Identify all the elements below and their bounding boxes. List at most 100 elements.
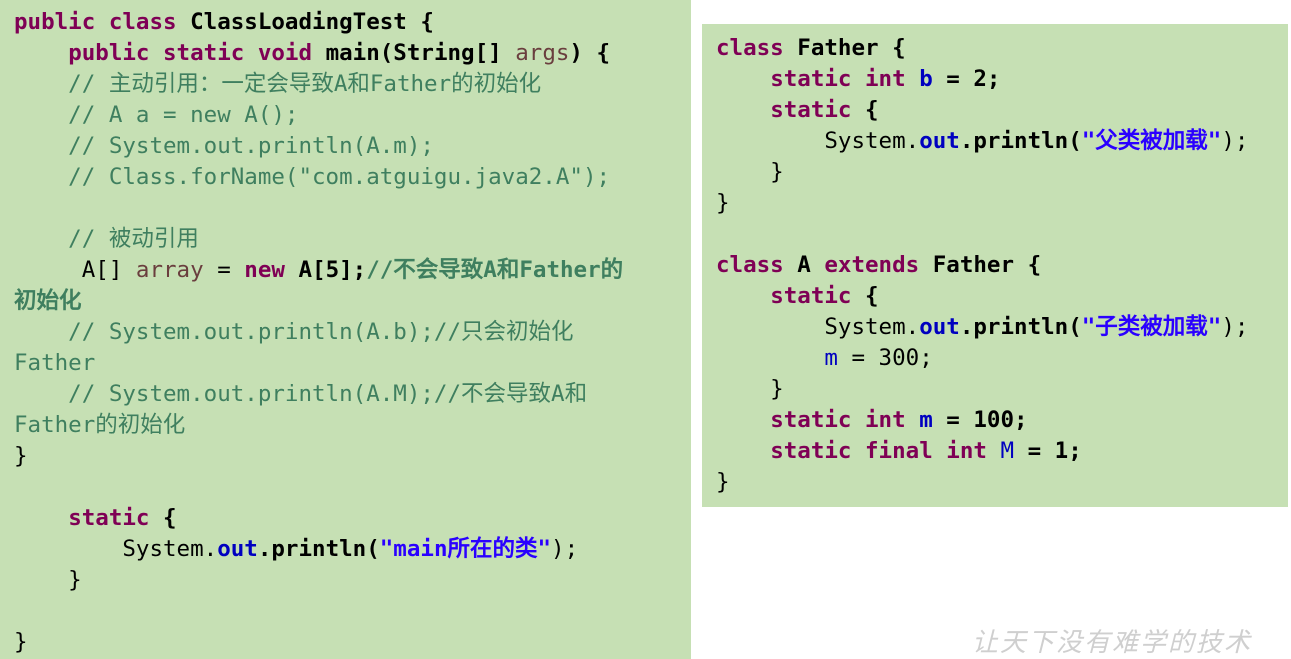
code-token: M (1000, 438, 1015, 464)
code-line: // Class.forName("com.atguigu.java2.A"); (14, 162, 691, 193)
code-line: m = 300; (716, 343, 1288, 374)
code-line: } (716, 467, 1288, 498)
code-token: ) { (569, 40, 611, 66)
code-token: static (68, 505, 150, 531)
code-token: static int (770, 407, 920, 433)
code-token: array (135, 257, 204, 283)
code-line: A[] array = new A[5];//不会导致A和Father的 (14, 255, 691, 286)
code-line: Father (14, 348, 691, 379)
code-token: System. (716, 128, 920, 154)
code-line: 初始化 (14, 286, 691, 317)
code-token: static (770, 97, 852, 123)
code-token: Father (14, 350, 96, 376)
code-token: //不会导致A和Father的 (366, 257, 624, 283)
code-token: ClassLoadingTest { (190, 9, 434, 35)
code-line: static int m = 100; (716, 405, 1288, 436)
code-token: class (716, 35, 798, 61)
code-token: } (716, 190, 730, 216)
code-line: static final int M = 1; (716, 436, 1288, 467)
code-line: System.out.println("main所在的类"); (14, 534, 691, 565)
code-token: public class (14, 9, 191, 35)
code-token: { (851, 283, 879, 309)
code-line: } (14, 565, 691, 596)
code-line: public static void main(String[] args) { (14, 38, 691, 69)
code-token: { (149, 505, 177, 531)
code-token: .println( (959, 128, 1082, 154)
code-token: static (770, 283, 852, 309)
code-line: // System.out.println(A.m); (14, 131, 691, 162)
code-line: // A a = new A(); (14, 100, 691, 131)
code-token: public static void (68, 40, 326, 66)
code-token: = 1; (1014, 438, 1082, 464)
code-token: = 2; (932, 66, 1001, 92)
code-line: // System.out.println(A.M);//不会导致A和 (14, 379, 691, 410)
code-line: // System.out.println(A.b);//只会初始化 (14, 317, 691, 348)
code-line: class A extends Father { (716, 250, 1288, 281)
code-line: // 被动引用 (14, 224, 691, 255)
code-token: A (797, 252, 825, 278)
code-line: } (14, 441, 691, 472)
code-token: } (716, 159, 784, 185)
code-token: Father的初始化 (14, 412, 186, 438)
code-token: static final int (770, 438, 1001, 464)
code-token: out (217, 536, 258, 562)
code-token: { (851, 97, 879, 123)
code-token: "main所在的类" (379, 536, 552, 562)
code-token: 初始化 (14, 288, 82, 314)
code-token: extends (824, 252, 933, 278)
code-line: } (716, 157, 1288, 188)
code-token: System. (14, 536, 218, 562)
watermark-text: 让天下没有难学的技术 (972, 628, 1253, 658)
code-line: System.out.println("子类被加载"); (716, 312, 1288, 343)
code-token: // System.out.println(A.m); (14, 133, 434, 159)
code-token: = (203, 257, 245, 283)
code-panel-class-loading-test: public class ClassLoadingTest { public s… (0, 0, 691, 659)
code-token: ); (551, 536, 579, 562)
code-token: main(String[] (325, 40, 516, 66)
code-token: static int (770, 66, 920, 92)
code-token: } (716, 376, 784, 402)
code-token: Father { (797, 35, 906, 61)
code-line: } (14, 627, 691, 658)
code-token: // 主动引用：一定会导致A和Father的初始化 (14, 71, 542, 97)
code-token: System. (716, 314, 920, 340)
code-line: static { (14, 503, 691, 534)
code-token: } (14, 443, 28, 469)
code-panel-father-and-a: class Father { static int b = 2; static … (702, 24, 1288, 507)
code-token: out (919, 314, 960, 340)
code-token: class (716, 252, 798, 278)
code-token: = 100; (932, 407, 1028, 433)
code-token: b (919, 66, 933, 92)
code-line: static { (716, 95, 1288, 126)
code-token: // System.out.println(A.M);//不会导致A和 (14, 381, 588, 407)
code-token: out (919, 128, 960, 154)
code-token: ); (1221, 314, 1249, 340)
code-line: // 主动引用：一定会导致A和Father的初始化 (14, 69, 691, 100)
code-line: } (716, 188, 1288, 219)
code-token: A[5]; (298, 257, 367, 283)
code-token: // System.out.println(A.b);//只会初始化 (14, 319, 574, 345)
code-token: // Class.forName("com.atguigu.java2.A"); (14, 164, 611, 190)
code-line: System.out.println("父类被加载"); (716, 126, 1288, 157)
code-token: // 被动引用 (14, 226, 199, 252)
code-token: = 300; (837, 345, 933, 371)
code-token: .println( (959, 314, 1082, 340)
code-line: public class ClassLoadingTest { (14, 7, 691, 38)
code-token: "子类被加载" (1081, 314, 1222, 340)
code-line: static int b = 2; (716, 64, 1288, 95)
code-token: // A a = new A(); (14, 102, 299, 128)
code-token: } (14, 629, 28, 655)
code-token: m (824, 345, 838, 371)
code-token: "父类被加载" (1081, 128, 1222, 154)
